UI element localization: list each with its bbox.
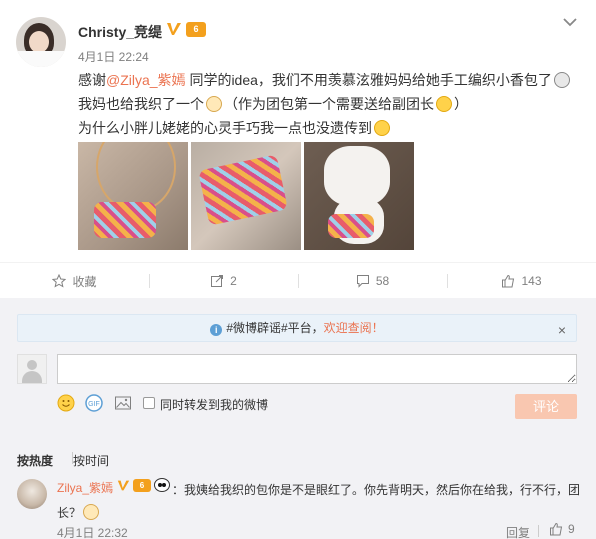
post-text-line1-suffix: 同学的idea，我们不用羡慕泫雅妈妈给她手工编织小香包了 xyxy=(185,72,552,88)
verified-icon[interactable] xyxy=(166,21,182,37)
avatar[interactable] xyxy=(16,17,66,67)
my-avatar xyxy=(17,354,47,384)
favorite-button[interactable]: 收藏 xyxy=(0,263,149,299)
notice-link[interactable]: 欢迎查阅！ xyxy=(324,321,384,335)
post-text-line3: 为什么小胖儿姥姥的心灵手巧我一点也没遗传到 xyxy=(78,120,372,136)
comment-avatar[interactable] xyxy=(17,479,47,509)
action-bar: 收藏 2 58 143 xyxy=(0,262,596,298)
comment-badges: 6 xyxy=(117,478,170,492)
sad-emoji-icon xyxy=(553,72,570,88)
repost-count: 2 xyxy=(230,274,237,288)
repost-button[interactable]: 2 xyxy=(149,263,298,299)
thumbs-up-icon xyxy=(502,274,515,288)
comment-text-line2: 长？ xyxy=(57,506,82,520)
repost-icon xyxy=(211,275,224,287)
bee-emoji-icon xyxy=(374,120,390,136)
star-icon xyxy=(52,274,67,288)
gif-icon[interactable]: GIF xyxy=(85,394,103,412)
divider xyxy=(538,525,539,537)
post-photo-1[interactable] xyxy=(78,142,188,250)
notice-text: #微博辟谣#平台， xyxy=(226,321,324,335)
post-text-line1-prefix: 感谢 xyxy=(78,72,106,88)
post-text: 感谢@Zilya_紫嫣 同学的idea，我们不用羡慕泫雅妈妈给她手工编织小香包了… xyxy=(78,68,578,140)
mention-link[interactable]: @Zilya_紫嫣 xyxy=(106,72,186,88)
svg-text:GIF: GIF xyxy=(88,401,100,408)
post-photo-2[interactable] xyxy=(191,142,301,250)
vip-icon[interactable]: 6 xyxy=(186,22,206,37)
comment-panel: i #微博辟谣#平台，欢迎查阅！ × GIF 同时转发到我的微博 评论 按热度 按… xyxy=(0,298,596,539)
post-username[interactable]: Christy_竞缇 xyxy=(78,22,162,42)
forward-checkbox[interactable] xyxy=(143,397,155,409)
thumbs-up-icon xyxy=(550,522,563,536)
cat-emoji-icon xyxy=(83,504,100,520)
comment-text-line2-wrap: 长？ xyxy=(57,501,101,525)
panda-icon xyxy=(154,478,170,492)
info-icon: i xyxy=(210,324,223,336)
rumor-notice: i #微博辟谣#平台，欢迎查阅！ × xyxy=(17,314,577,342)
comment-username[interactable]: Zilya_紫嫣 xyxy=(57,479,113,496)
tab-sort-hot[interactable]: 按热度 xyxy=(17,452,53,469)
verified-icon xyxy=(117,480,130,490)
submit-comment-button[interactable]: 评论 xyxy=(515,394,577,419)
close-icon[interactable]: × xyxy=(558,317,566,343)
comment-like-count: 9 xyxy=(568,522,575,536)
comment-button[interactable]: 58 xyxy=(298,263,447,299)
weibo-post: Christy_竞缇 6 4月1日 22:24 感谢@Zilya_紫嫣 同学的i… xyxy=(0,0,596,262)
comment-text-line1: ：我姨给我织的包你是不是眼红了。你先背明天，然后你在给我，行不行，团 xyxy=(172,483,581,497)
post-photo-3[interactable] xyxy=(304,142,414,250)
vip-icon: 6 xyxy=(133,478,151,492)
comment-like-button[interactable]: 9 xyxy=(549,522,575,536)
post-text-line2-suffix: （作为团包第一个需要送给副团长 xyxy=(224,96,434,112)
tab-sort-time[interactable]: 按时间 xyxy=(73,452,109,469)
like-button[interactable]: 143 xyxy=(447,263,596,299)
comment-icon xyxy=(356,275,369,288)
like-count: 143 xyxy=(521,274,542,288)
comment-time: 4月1日 22:32 xyxy=(57,526,128,539)
bee-emoji-icon xyxy=(436,96,452,112)
reply-button[interactable]: 回复 xyxy=(506,524,530,539)
cat-emoji-icon xyxy=(206,96,222,112)
post-text-line2-end: ） xyxy=(454,96,468,112)
emoji-picker-icon[interactable] xyxy=(57,394,75,412)
comment-count: 58 xyxy=(375,274,390,288)
post-time[interactable]: 4月1日 22:24 xyxy=(78,48,149,65)
comment-input[interactable] xyxy=(57,354,577,384)
post-text-line2-prefix: 我妈也给我织了一个 xyxy=(78,96,204,112)
image-icon[interactable] xyxy=(114,394,132,412)
chevron-down-icon[interactable] xyxy=(562,16,578,28)
favorite-label: 收藏 xyxy=(72,274,97,289)
forward-label: 同时转发到我的微博 xyxy=(160,398,269,412)
